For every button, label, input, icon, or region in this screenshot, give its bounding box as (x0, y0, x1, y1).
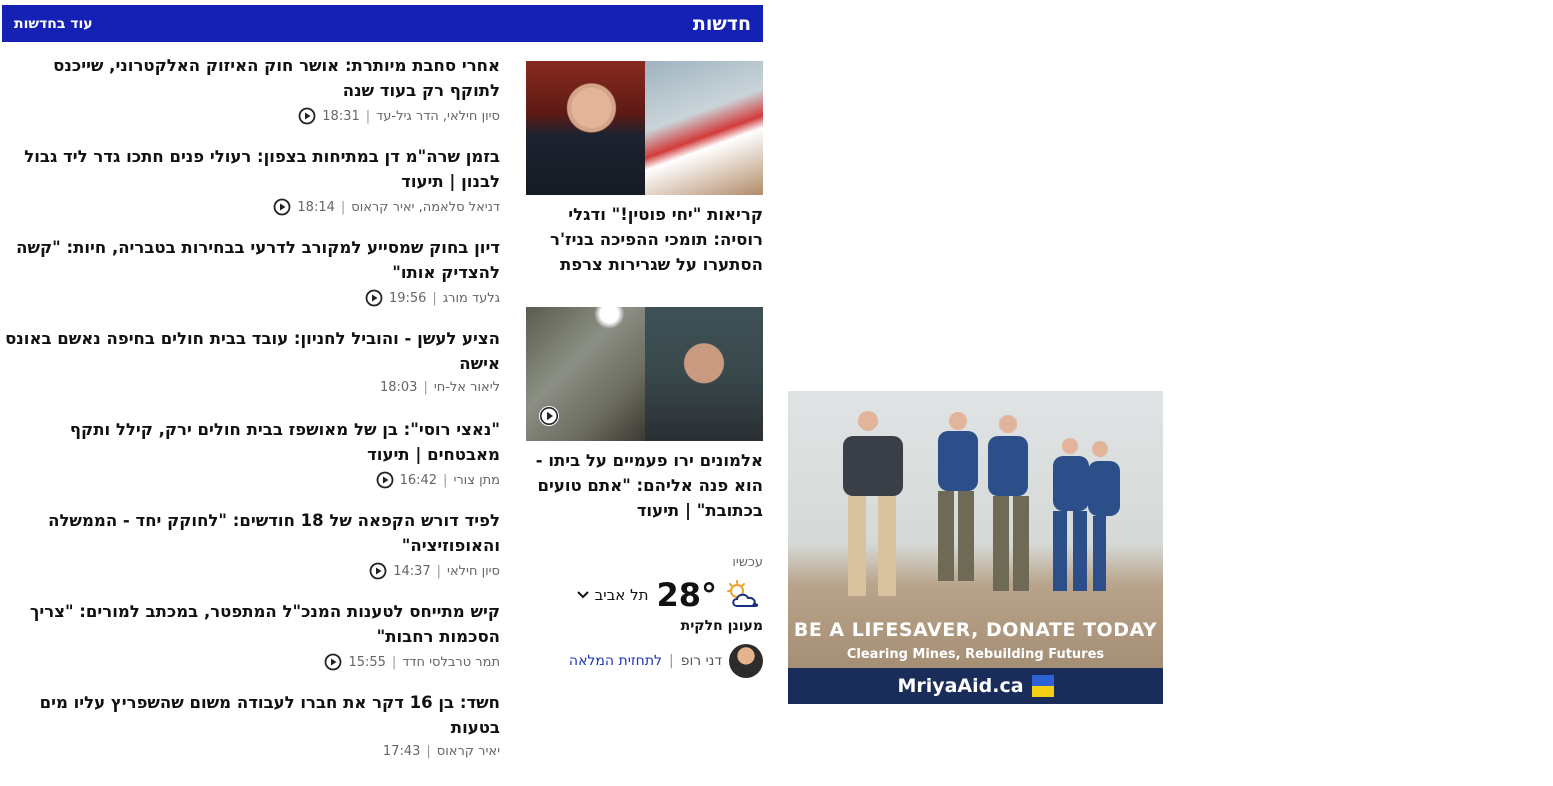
list-item[interactable]: "נאצי רוסי": בן של מאושפז בבית חולים ירק… (2, 417, 500, 489)
article-meta: מתן צורי | 16:42 (2, 471, 500, 489)
full-forecast-link[interactable]: לתחזית המלאה (569, 653, 662, 669)
play-icon (376, 471, 393, 489)
article-meta: סיון חילאי, הדר גיל-עד | 18:31 (2, 107, 500, 125)
weather-temperature: 28° (656, 576, 717, 614)
weather-row: 28° תל אביב (526, 576, 763, 614)
article-headline[interactable]: בזמן שרה"מ דן במתיחות בצפון: רעולי פנים … (2, 144, 500, 194)
list-item[interactable]: בזמן שרה"מ דן במתיחות בצפון: רעולי פנים … (2, 144, 500, 216)
weather-condition: מעונן חלקית (680, 618, 763, 634)
list-item[interactable]: אחרי סחבת מיותרת: אושר חוק האיזוק האלקטר… (2, 53, 500, 125)
feature-headline[interactable]: קריאות "יחי פוטין!" ודגלי רוסיה: תומכי ה… (526, 202, 763, 277)
article-headline[interactable]: דיון בחוק שמסייע למקורב לדרעי בבחירות בט… (2, 235, 500, 285)
ad-subline: Clearing Mines, Rebuilding Futures (846, 647, 1105, 662)
weather-city[interactable]: תל אביב (595, 586, 649, 604)
weather-widget: עכשיו 28° תל אביב מעונן חלקית דני רופ | … (526, 555, 763, 678)
article-headline[interactable]: הציע לעשן - והוביל לחניון: עובד בבית חול… (2, 326, 500, 376)
article-time: 19:56 (388, 290, 427, 306)
article-authors: תמר טרבלסי חדד (402, 654, 500, 670)
article-meta: דניאל סלאמה, יאיר קראוס | 18:14 (2, 198, 500, 216)
partly-cloudy-icon (727, 580, 759, 607)
weather-city-select[interactable]: תל אביב (576, 586, 649, 604)
ad-tagline: BE A LIFESAVER, DONATE TODAY (793, 619, 1158, 641)
feature-article[interactable]: אלמונים ירו פעמיים על ביתו - הוא פנה אלי… (526, 307, 763, 523)
list-item[interactable]: לפיד דורש הקפאה של 18 חודשים: "לחוקק יחד… (2, 508, 500, 580)
play-icon (365, 289, 383, 307)
article-authors: מתן צורי (453, 472, 500, 488)
list-item[interactable]: דיון בחוק שמסייע למקורב לדרעי בבחירות בט… (2, 235, 500, 307)
ad-brand-band: MriyaAid.ca (788, 668, 1163, 704)
list-item[interactable]: קיש מתייחס לטענות המנכ"ל המתפטר, במכתב ל… (2, 599, 500, 671)
article-authors: יאיר קראוס (436, 744, 500, 759)
feature-headline[interactable]: אלמונים ירו פעמיים על ביתו - הוא פנה אלי… (526, 448, 763, 523)
feature-image[interactable] (526, 307, 763, 441)
article-time: 18:31 (322, 108, 360, 124)
play-icon (274, 198, 291, 216)
weather-now-label: עכשיו (732, 555, 763, 570)
article-headline[interactable]: "נאצי רוסי": בן של מאושפז בבית חולים ירק… (2, 417, 500, 467)
ad-brand[interactable]: MriyaAid.ca (897, 675, 1023, 697)
article-time: 14:37 (393, 563, 431, 579)
play-icon (325, 653, 342, 671)
feature-image[interactable] (526, 61, 763, 195)
article-authors: דניאל סלאמה, יאיר קראוס (351, 199, 500, 215)
news-section-header: חדשות עוד בחדשות (2, 5, 763, 42)
forecaster-name: דני רופ (680, 653, 722, 669)
article-time: 15:55 (348, 654, 386, 670)
article-time: 17:43 (382, 744, 421, 759)
play-icon (298, 107, 316, 125)
ukraine-flag-icon (1031, 675, 1054, 697)
chevron-down-icon[interactable] (576, 591, 589, 599)
article-time: 18:14 (297, 199, 335, 215)
weather-forecaster: דני רופ | לתחזית המלאה (526, 644, 763, 678)
article-headline[interactable]: קיש מתייחס לטענות המנכ"ל המתפטר, במכתב ל… (2, 599, 500, 649)
article-meta: יאיר קראוס | 17:43 (382, 744, 500, 759)
play-icon[interactable] (538, 405, 560, 427)
article-meta: גלעד מורג | 19:56 (2, 289, 500, 307)
avatar (729, 644, 763, 678)
list-item[interactable]: הציע לעשן - והוביל לחניון: עובד בבית חול… (2, 326, 500, 395)
article-authors: גלעד מורג (442, 290, 500, 306)
article-headline[interactable]: אחרי סחבת מיותרת: אושר חוק האיזוק האלקטר… (2, 53, 500, 103)
article-authors: סיון חילאי (447, 563, 500, 579)
advertisement[interactable]: BE A LIFESAVER, DONATE TODAY Clearing Mi… (788, 391, 1163, 704)
section-title[interactable]: חדשות (693, 13, 751, 35)
article-authors: ליאור אל-חי (433, 380, 500, 395)
feature-article[interactable]: קריאות "יחי פוטין!" ודגלי רוסיה: תומכי ה… (526, 61, 763, 277)
article-time: 16:42 (399, 472, 438, 488)
article-meta: תמר טרבלסי חדד | 15:55 (2, 653, 500, 671)
article-time: 18:03 (379, 380, 418, 395)
play-icon (369, 562, 387, 580)
article-headline[interactable]: לפיד דורש הקפאה של 18 חודשים: "לחוקק יחד… (2, 508, 500, 558)
article-meta: סיון חילאי | 14:37 (2, 562, 500, 580)
article-meta: ליאור אל-חי | 18:03 (379, 380, 500, 395)
article-authors: סיון חילאי, הדר גיל-עד (376, 108, 500, 124)
more-news-link[interactable]: עוד בחדשות (14, 16, 93, 32)
list-item[interactable]: חשד: בן 16 דקר את חברו לעבודה משום שהשפר… (2, 690, 500, 759)
article-headline[interactable]: חשד: בן 16 דקר את חברו לעבודה משום שהשפר… (2, 690, 500, 740)
